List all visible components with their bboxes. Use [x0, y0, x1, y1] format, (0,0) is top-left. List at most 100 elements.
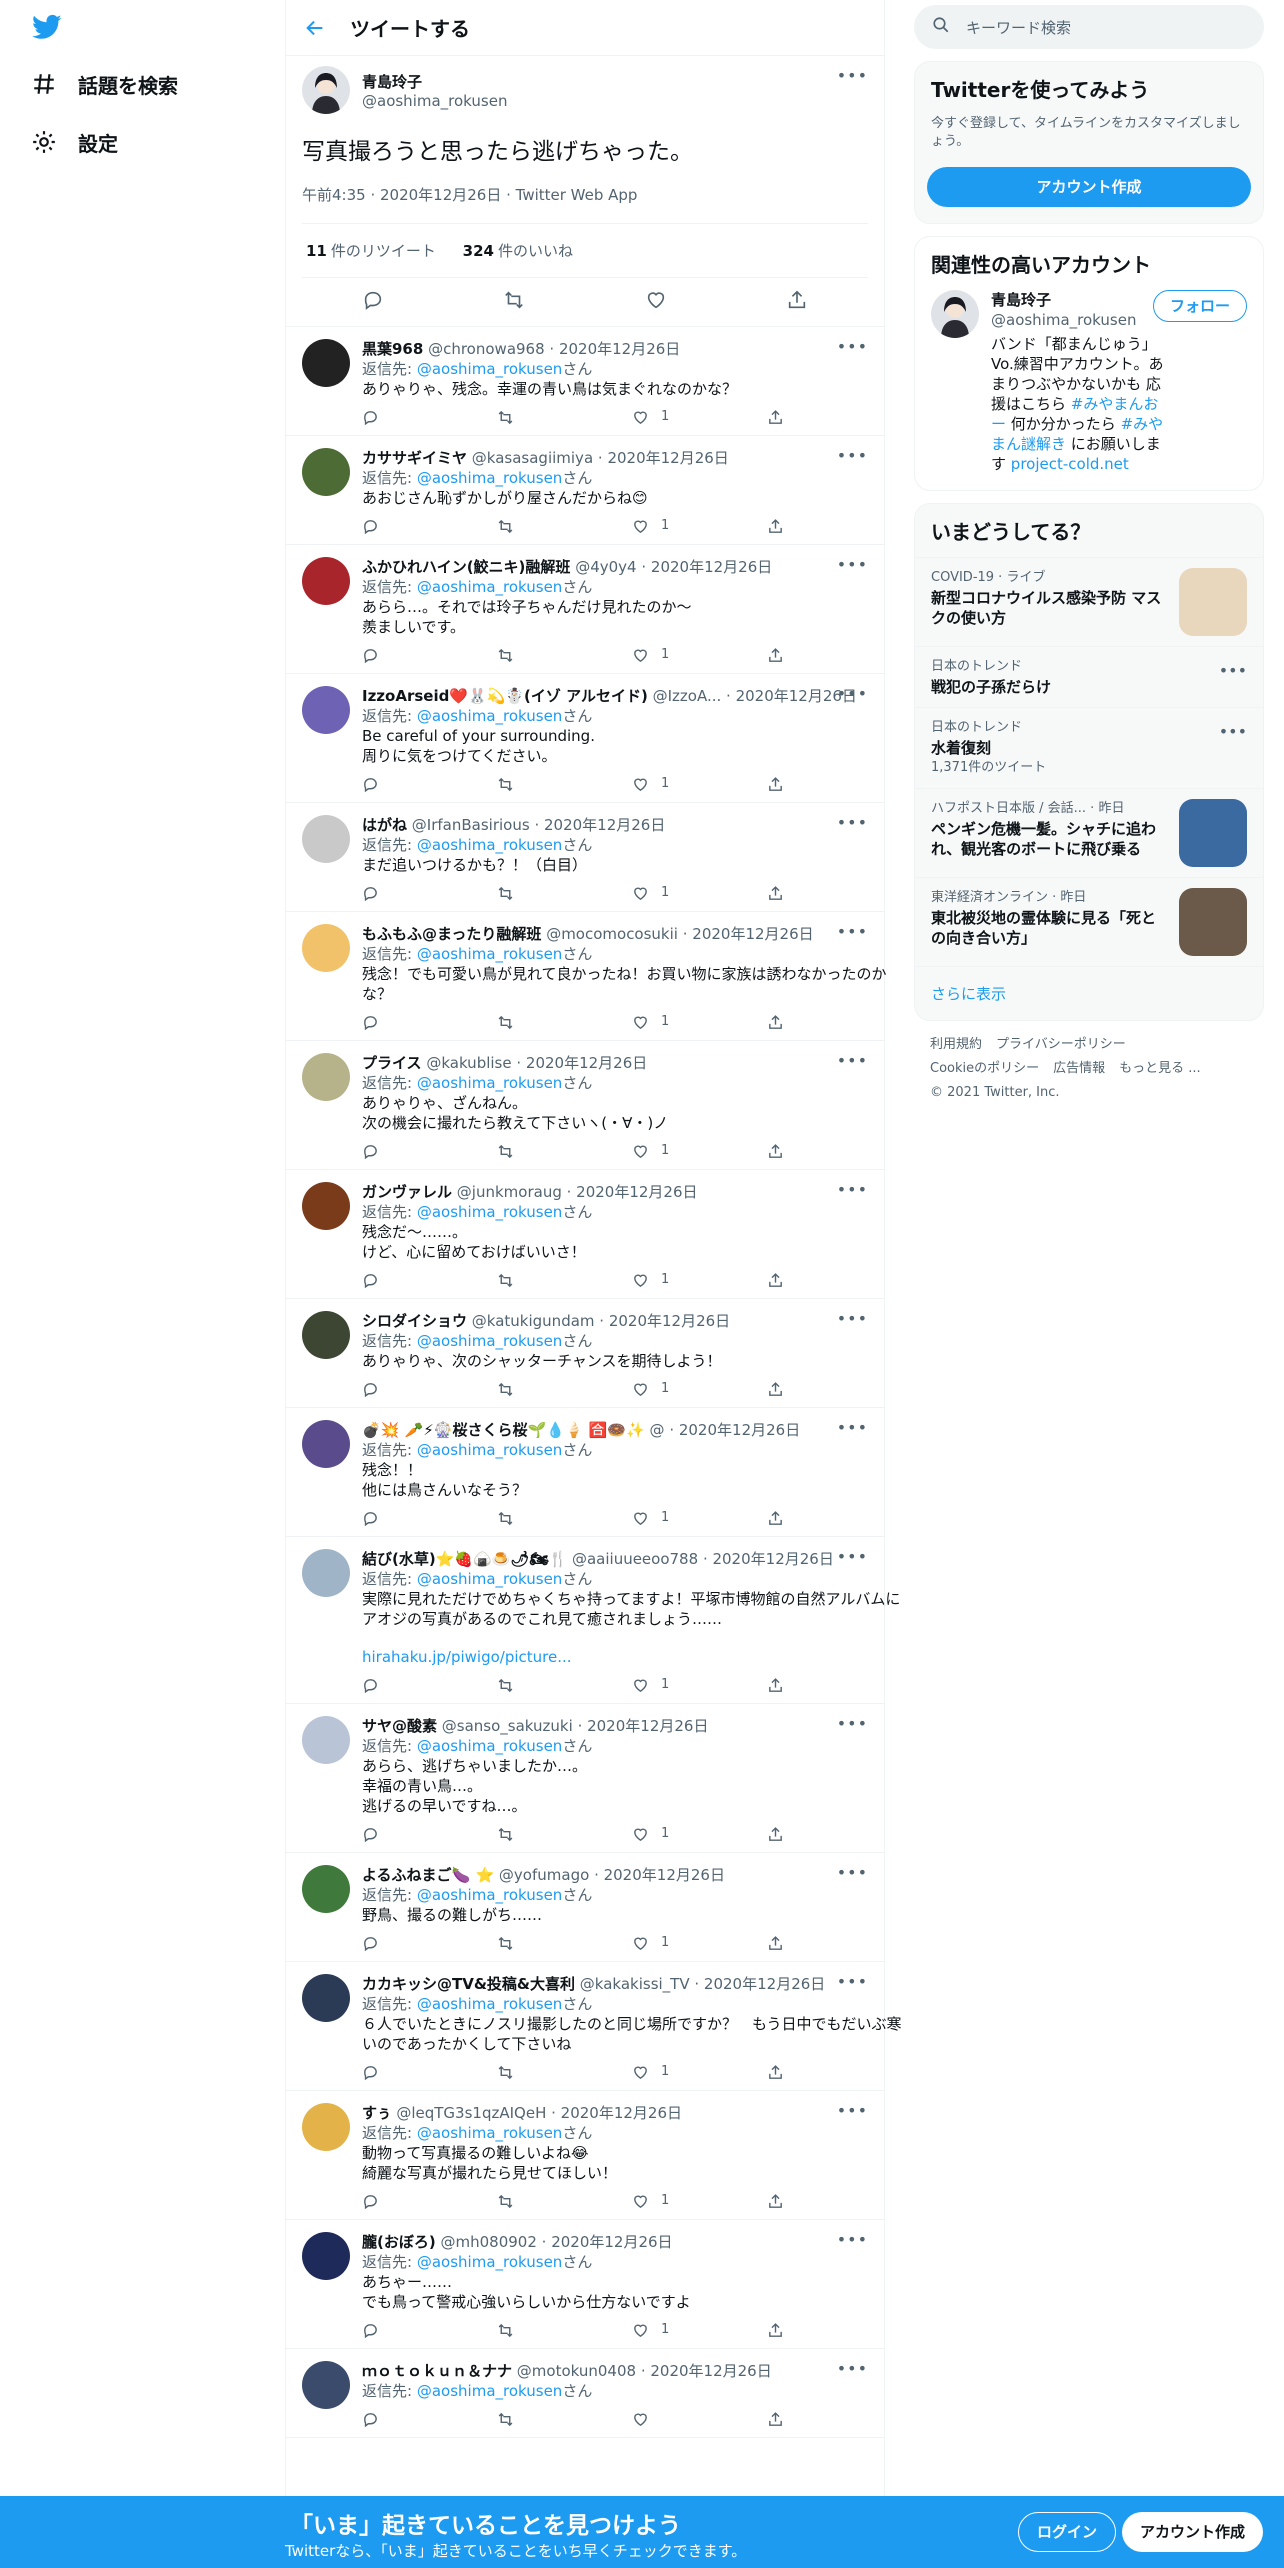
retweet-button[interactable]	[497, 1677, 632, 1694]
more-icon[interactable]: •••	[837, 2359, 868, 2378]
avatar[interactable]	[302, 2361, 350, 2410]
share-button[interactable]	[767, 1935, 902, 1952]
avatar[interactable]	[302, 1420, 350, 1469]
share-button[interactable]	[767, 885, 902, 902]
reply-date[interactable]: · 2020年12月26日	[594, 1866, 725, 1884]
avatar[interactable]	[302, 1182, 350, 1231]
more-icon[interactable]: •••	[837, 922, 868, 941]
follow-button[interactable]: フォロー	[1152, 290, 1247, 323]
trend-title[interactable]: 水着復刻	[931, 738, 1247, 758]
related-handle[interactable]: @aoshima_rokusen	[991, 310, 1171, 330]
more-icon[interactable]: •••	[837, 813, 868, 832]
reply-author-name[interactable]: すぅ	[362, 2104, 392, 2122]
trend-item[interactable]: 日本のトレンド 水着復刻 1,371件のツイート •••	[915, 707, 1263, 788]
share-button[interactable]	[767, 1381, 902, 1398]
reply-to-handle[interactable]: @aoshima_rokusen	[417, 1737, 562, 1755]
like-button[interactable]: 1	[632, 1824, 767, 1844]
more-icon[interactable]: •••	[1219, 661, 1247, 680]
retweet-icon[interactable]	[503, 289, 525, 315]
search-input[interactable]: キーワード検索	[966, 17, 1071, 38]
create-account-button[interactable]: アカウント作成	[927, 167, 1251, 208]
reply-author-name[interactable]: よるふねまご🍆 ⭐	[362, 1866, 494, 1884]
more-icon[interactable]: •••	[837, 1863, 868, 1882]
reply-author-handle[interactable]: @mh080902	[441, 2233, 537, 2251]
reply-to-handle[interactable]: @aoshima_rokusen	[417, 1332, 562, 1350]
more-icon[interactable]: •••	[837, 337, 868, 356]
reply-to-handle[interactable]: @aoshima_rokusen	[417, 1995, 562, 2013]
like-icon[interactable]	[645, 289, 667, 315]
reply-button[interactable]	[362, 1272, 497, 1289]
reply-date[interactable]: · 2020年12月26日	[542, 2233, 673, 2251]
like-button[interactable]: 1	[632, 2062, 767, 2082]
retweet-button[interactable]	[497, 518, 632, 535]
related-name[interactable]: 青島玲子	[991, 290, 1171, 310]
avatar[interactable]	[302, 1974, 350, 2023]
avatar[interactable]	[302, 1549, 350, 1598]
reply-date[interactable]: · 2020年12月26日	[551, 2104, 682, 2122]
reply-to-handle[interactable]: @aoshima_rokusen	[417, 1203, 562, 1221]
share-icon[interactable]	[786, 289, 808, 315]
trend-title[interactable]: 東北被災地の霊体験に見る「死との向き合い方」	[931, 908, 1169, 948]
reply-date[interactable]: · 2020年12月26日	[641, 558, 772, 576]
reply-date[interactable]: · 2020年12月26日	[641, 2362, 772, 2380]
reply-button[interactable]	[362, 2193, 497, 2210]
avatar[interactable]	[302, 557, 350, 606]
more-icon[interactable]: •••	[837, 2230, 868, 2249]
trend-item[interactable]: 東洋経済オンライン · 昨日 東北被災地の霊体験に見る「死との向き合い方」	[915, 877, 1263, 966]
reply-to-handle[interactable]: @aoshima_rokusen	[417, 945, 562, 963]
reply-author-handle[interactable]: @katukigundam	[472, 1312, 595, 1330]
reply-button[interactable]	[362, 885, 497, 902]
related-avatar[interactable]	[931, 290, 979, 339]
reply-to-handle[interactable]: @aoshima_rokusen	[417, 578, 562, 596]
retweet-button[interactable]	[497, 2193, 632, 2210]
reply-button[interactable]	[362, 1677, 497, 1694]
reply-date[interactable]: · 2020年12月26日	[669, 1421, 800, 1439]
share-button[interactable]	[767, 1826, 902, 1843]
like-button[interactable]: 1	[632, 1933, 767, 1953]
trend-title[interactable]: ペンギン危機一髪。シャチに追われ、観光客のボートに飛び乗る	[931, 819, 1169, 859]
reply-button[interactable]	[362, 2411, 497, 2428]
more-icon[interactable]: •••	[837, 1180, 868, 1199]
avatar[interactable]	[302, 2232, 350, 2281]
more-icon[interactable]: •••	[837, 1418, 868, 1437]
share-button[interactable]	[767, 2322, 902, 2339]
reply-author-handle[interactable]: @IrfanBasirious	[412, 816, 530, 834]
like-button[interactable]: 1	[632, 1141, 767, 1161]
reply-author-name[interactable]: はがね	[362, 816, 407, 834]
more-icon[interactable]: •••	[1219, 722, 1247, 741]
retweet-button[interactable]	[497, 2322, 632, 2339]
retweet-button[interactable]	[497, 409, 632, 426]
twitter-logo-icon[interactable]	[30, 12, 64, 42]
reply-button[interactable]	[362, 1014, 497, 1031]
more-icon[interactable]: •••	[837, 1972, 868, 1991]
avatar[interactable]	[302, 1716, 350, 1765]
avatar[interactable]	[302, 66, 350, 114]
retweet-button[interactable]	[497, 1272, 632, 1289]
avatar[interactable]	[302, 815, 350, 864]
share-button[interactable]	[767, 1014, 902, 1031]
avatar[interactable]	[302, 1865, 350, 1914]
nav-settings[interactable]: 設定	[30, 122, 118, 162]
reply-author-name[interactable]: 朧(おぼろ)	[362, 2233, 436, 2251]
bio-link[interactable]: project-cold.net	[1011, 455, 1129, 473]
reply-author-handle[interactable]: @motokun0408	[517, 2362, 636, 2380]
avatar[interactable]	[302, 448, 350, 497]
retweet-button[interactable]	[497, 1935, 632, 1952]
reply-author-name[interactable]: 💣💥 🥕⚡🎡桜さくら桜🌱💧🍦 🈴🍩✨	[362, 1421, 645, 1439]
more-icon[interactable]: •••	[837, 2101, 868, 2120]
reply-author-handle[interactable]: @sanso_sakuzuki	[442, 1717, 573, 1735]
more-icon[interactable]: •••	[837, 66, 868, 85]
footer-more[interactable]: もっと見る ...	[1119, 1061, 1201, 1076]
avatar[interactable]	[302, 2103, 350, 2152]
reply-button[interactable]	[362, 1935, 497, 1952]
reply-author-handle[interactable]: @IzzoA...	[653, 687, 722, 705]
reply-author-handle[interactable]: @kakakissi_TV	[580, 1975, 690, 1993]
more-icon[interactable]: •••	[837, 684, 868, 703]
reply-link[interactable]: hirahaku.jp/piwigo/picture...	[362, 1647, 902, 1667]
like-count[interactable]: 324	[463, 242, 494, 260]
more-icon[interactable]: •••	[837, 446, 868, 465]
reply-date[interactable]: · 2020年12月26日	[567, 1183, 698, 1201]
reply-date[interactable]: · 2020年12月26日	[598, 449, 729, 467]
reply-date[interactable]: · 2020年12月26日	[599, 1312, 730, 1330]
share-button[interactable]	[767, 1143, 902, 1160]
